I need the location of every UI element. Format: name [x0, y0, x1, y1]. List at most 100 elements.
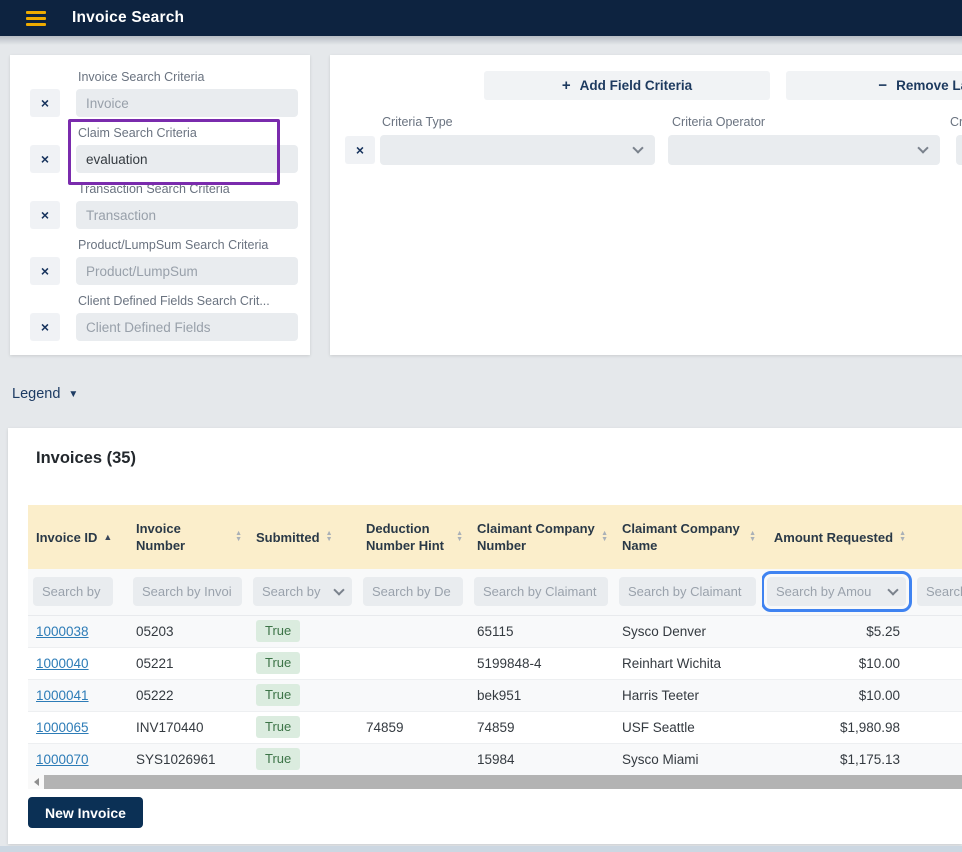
column-header-inner: Claimant Company Name ▲▼: [622, 520, 756, 554]
criteria-group-label: Product/LumpSum Search Criteria: [78, 236, 303, 255]
remove-criteria-button[interactable]: ×: [30, 313, 60, 341]
submitted-badge: True: [256, 748, 300, 770]
filter-cell: [128, 569, 248, 615]
remove-last-criteria-button[interactable]: − Remove Last C: [786, 71, 962, 100]
amount-cell: [912, 679, 962, 711]
left-triangle-icon: [34, 778, 39, 786]
criteria-input[interactable]: [76, 313, 298, 341]
legend-toggle[interactable]: Legend ▼: [12, 386, 78, 402]
deduction-number-hint-cell: [358, 743, 469, 775]
filter-input[interactable]: [133, 577, 242, 606]
submitted-badge: True: [256, 620, 300, 642]
column-header[interactable]: Submitted▲▼: [248, 505, 358, 569]
filter-input[interactable]: [619, 577, 756, 606]
column-header[interactable]: Amount Requested▲▼: [762, 505, 912, 569]
claimant-company-number-cell: 65115: [469, 615, 614, 647]
claimant-company-name-cell: USF Seattle: [614, 711, 762, 743]
column-header[interactable]: Invoice Number▲▼: [128, 505, 248, 569]
column-header-label: Invoice Number: [136, 520, 229, 554]
minus-icon: −: [878, 77, 887, 94]
add-field-criteria-label: Add Field Criteria: [580, 78, 693, 93]
submitted-badge: True: [256, 652, 300, 674]
amount-requested-cell: $10.00: [762, 647, 912, 679]
filter-input[interactable]: [363, 577, 463, 606]
criteria-group: Invoice Search Criteria×: [10, 68, 310, 117]
column-header[interactable]: Amount▲▼: [912, 505, 962, 569]
amount-requested-cell: $1,175.13: [762, 743, 912, 775]
invoice-id-link[interactable]: 1000038: [36, 624, 89, 639]
filter-select[interactable]: Search by: [253, 577, 352, 606]
filter-input[interactable]: [917, 577, 962, 606]
amount-requested-cell: $1,980.98: [762, 711, 912, 743]
criteria-group: Transaction Search Criteria×: [10, 180, 310, 229]
invoice-number-cell: 05203: [128, 615, 248, 647]
invoices-table: Invoice ID▲Invoice Number▲▼Submitted▲▼De…: [28, 505, 962, 776]
invoice-id-link[interactable]: 1000070: [36, 752, 89, 767]
scrollbar-thumb[interactable]: [44, 775, 962, 789]
filter-select[interactable]: Search by Amou: [767, 577, 906, 606]
criteria-input[interactable]: [76, 201, 298, 229]
column-header[interactable]: Invoice ID▲: [28, 505, 128, 569]
column-header-inner: Submitted▲▼: [256, 529, 352, 546]
claimant-company-name-cell: Sysco Miami: [614, 743, 762, 775]
criteria-input[interactable]: [76, 89, 298, 117]
filter-cell: Search by: [248, 569, 358, 615]
invoice-id-cell: 1000038: [28, 615, 128, 647]
criteria-group: Client Defined Fields Search Crit...×: [10, 292, 310, 341]
column-header-label: Amount Requested: [774, 529, 893, 546]
filter-cell: [28, 569, 128, 615]
remove-criteria-button[interactable]: ×: [30, 201, 60, 229]
deduction-number-hint-cell: 74859: [358, 711, 469, 743]
criteria-input[interactable]: [76, 145, 298, 173]
criteria-input[interactable]: [76, 257, 298, 285]
sort-icon: ▲▼: [749, 531, 756, 543]
criteria-operator-label: Criteria Operator: [672, 115, 765, 129]
filter-input[interactable]: [33, 577, 113, 606]
add-field-criteria-button[interactable]: + Add Field Criteria: [484, 71, 770, 100]
invoice-id-cell: 1000065: [28, 711, 128, 743]
table-row: 1000070SYS1026961True15984Sysco Miami$1,…: [28, 743, 962, 775]
invoice-id-link[interactable]: 1000040: [36, 656, 89, 671]
new-invoice-button[interactable]: New Invoice: [28, 797, 143, 828]
invoice-number-cell: 05222: [128, 679, 248, 711]
chevron-down-icon: [333, 585, 344, 596]
submitted-badge: True: [256, 716, 300, 738]
column-header-inner: Invoice Number▲▼: [136, 520, 242, 554]
remove-criteria-button[interactable]: ×: [30, 257, 60, 285]
column-header-inner: Invoice ID▲: [36, 529, 122, 546]
horizontal-scrollbar[interactable]: [28, 775, 962, 789]
legend-label: Legend: [12, 386, 60, 402]
criteria-operator-select[interactable]: [668, 135, 940, 165]
amount-cell: [912, 615, 962, 647]
invoice-number-cell: INV170440: [128, 711, 248, 743]
scroll-left-arrow[interactable]: [28, 775, 44, 789]
claimant-company-number-cell: 74859: [469, 711, 614, 743]
claimant-company-number-cell: bek951: [469, 679, 614, 711]
filter-cell: [614, 569, 762, 615]
criteria-value-select[interactable]: [956, 135, 962, 165]
column-header-label: Deduction Number Hint: [366, 520, 450, 554]
invoice-id-link[interactable]: 1000041: [36, 688, 89, 703]
filter-cell: [469, 569, 614, 615]
filter-input[interactable]: [474, 577, 608, 606]
claimant-company-name-cell: Harris Teeter: [614, 679, 762, 711]
remove-criteria-row-button[interactable]: ×: [345, 136, 375, 164]
submitted-cell: True: [248, 679, 358, 711]
criteria-group: Product/LumpSum Search Criteria ×: [10, 236, 310, 285]
column-header-label: Claimant Company Name: [622, 520, 743, 554]
hamburger-menu-icon[interactable]: [26, 11, 46, 26]
column-header[interactable]: Claimant Company Number▲▼: [469, 505, 614, 569]
table-body: 100003805203True65115Sysco Denver$5.2510…: [28, 615, 962, 775]
criteria-type-select[interactable]: [380, 135, 655, 165]
invoices-table-wrap: Invoice ID▲Invoice Number▲▼Submitted▲▼De…: [28, 505, 962, 803]
sort-icon: ▲▼: [326, 531, 333, 543]
column-header-inner: Deduction Number Hint▲▼: [366, 520, 463, 554]
invoice-id-link[interactable]: 1000065: [36, 720, 89, 735]
column-header[interactable]: Claimant Company Name ▲▼: [614, 505, 762, 569]
claimant-company-name-cell: Sysco Denver: [614, 615, 762, 647]
remove-criteria-button[interactable]: ×: [30, 89, 60, 117]
amount-requested-cell: $5.25: [762, 615, 912, 647]
column-header[interactable]: Deduction Number Hint▲▼: [358, 505, 469, 569]
remove-criteria-button[interactable]: ×: [30, 145, 60, 173]
filter-cell: [912, 569, 962, 615]
